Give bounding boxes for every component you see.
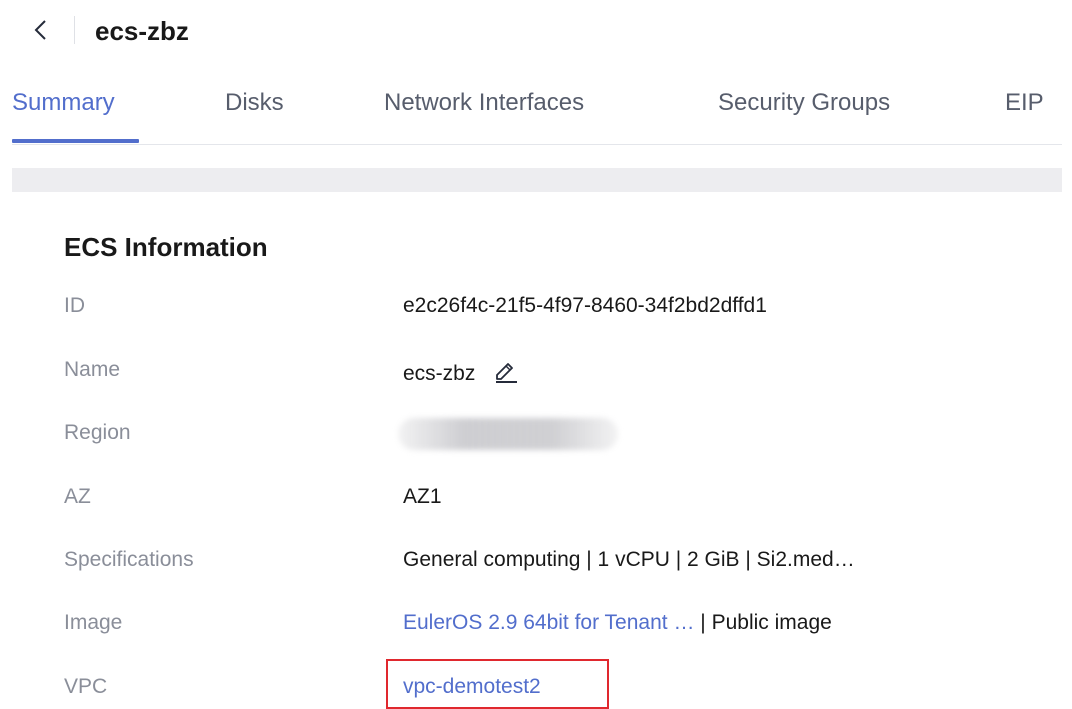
id-label: ID bbox=[64, 294, 85, 317]
tab-eip[interactable]: EIP bbox=[1005, 88, 1044, 118]
page-header: ecs-zbz bbox=[0, 0, 1072, 64]
image-link[interactable]: EulerOS 2.9 64bit for Tenant … bbox=[403, 611, 694, 634]
tab-summary[interactable]: Summary bbox=[12, 88, 115, 118]
section-divider-band bbox=[12, 168, 1062, 192]
pencil-icon[interactable] bbox=[493, 357, 519, 383]
image-type: | Public image bbox=[694, 611, 832, 634]
active-tab-indicator bbox=[12, 139, 139, 143]
vpc-highlight-box bbox=[386, 659, 609, 709]
image-value-group: EulerOS 2.9 64bit for Tenant … | Public … bbox=[403, 610, 832, 636]
title-divider bbox=[74, 16, 75, 44]
back-button[interactable] bbox=[30, 15, 54, 45]
image-label: Image bbox=[64, 611, 123, 634]
region-value-redacted bbox=[398, 418, 618, 450]
tab-disks[interactable]: Disks bbox=[225, 88, 284, 118]
tab-security-groups[interactable]: Security Groups bbox=[718, 88, 890, 118]
page-title: ecs-zbz bbox=[95, 16, 189, 46]
region-label: Region bbox=[64, 421, 131, 444]
vpc-label: VPC bbox=[64, 675, 108, 698]
id-value: e2c26f4c-21f5-4f97-8460-34f2bd2dffd1 bbox=[403, 294, 767, 317]
tab-bar: Summary Disks Network Interfaces Securit… bbox=[12, 78, 1062, 145]
specifications-label: Specifications bbox=[64, 548, 194, 571]
specifications-value: General computing | 1 vCPU | 2 GiB | Si2… bbox=[403, 548, 855, 571]
section-title: ECS Information bbox=[64, 232, 268, 262]
chevron-left-icon bbox=[34, 20, 46, 40]
name-label: Name bbox=[64, 358, 121, 381]
tab-network-interfaces[interactable]: Network Interfaces bbox=[384, 88, 584, 118]
az-label: AZ bbox=[64, 485, 91, 508]
az-value: AZ1 bbox=[403, 485, 442, 508]
name-value: ecs-zbz bbox=[403, 362, 476, 385]
name-value-group: ecs-zbz bbox=[403, 357, 519, 387]
